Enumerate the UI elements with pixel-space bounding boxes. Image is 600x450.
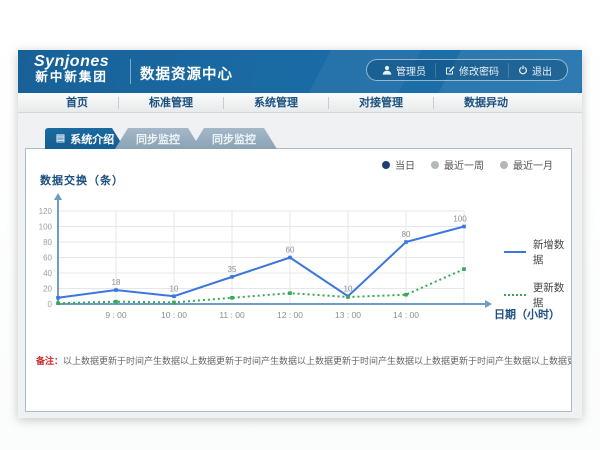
header-bar: Synjones 新中新集团 数据资源中心 管理员 修改密码	[18, 50, 582, 93]
solid-line-icon	[504, 251, 526, 253]
svg-text:10: 10	[344, 284, 353, 293]
svg-text:80: 80	[43, 238, 52, 247]
svg-text:10 : 00: 10 : 00	[161, 310, 187, 320]
nav-item-home[interactable]: 首页	[36, 97, 119, 109]
radio-label: 最近一周	[444, 157, 484, 172]
radio-label: 当日	[395, 157, 415, 172]
footnote-label: 备注：	[36, 356, 63, 366]
dotted-line-icon	[504, 294, 526, 296]
page-background: Synjones 新中新集团 数据资源中心 管理员 修改密码	[0, 0, 600, 450]
main-nav: 首页 标准管理 系统管理 对接管理 数据异动	[18, 93, 582, 113]
logo-subtext: 新中新集团	[34, 71, 109, 84]
tab-sync-monitor-1[interactable]: 同步监控	[115, 128, 201, 149]
radio-dot-icon	[500, 161, 508, 169]
radio-last-week[interactable]: 最近一周	[431, 157, 484, 172]
svg-text:0: 0	[48, 300, 53, 309]
nav-item-data-change[interactable]: 数据异动	[434, 97, 538, 109]
svg-text:100: 100	[39, 223, 53, 232]
radio-dot-icon	[382, 161, 390, 169]
tab-label: 系统介绍	[70, 131, 114, 147]
radio-today[interactable]: 当日	[382, 157, 415, 172]
svg-text:20: 20	[43, 285, 52, 294]
legend-item-new-data: 新增数据	[504, 237, 571, 267]
tab-label: 同步监控	[212, 131, 256, 147]
change-password-label: 修改密码	[459, 63, 499, 78]
page-title: 数据资源中心	[140, 63, 233, 84]
power-icon	[518, 65, 528, 75]
data-exchange-chart: 0 20 40 60 80 100 120 18 10 35 60 10 80 100 9 : 00 10 :…	[34, 187, 569, 337]
document-icon: ▤	[56, 133, 65, 144]
svg-text:120: 120	[39, 207, 53, 216]
radio-label: 最近一月	[513, 157, 553, 172]
svg-text:18: 18	[112, 278, 121, 287]
admin-label: 管理员	[396, 63, 426, 78]
nav-item-standard-mgmt[interactable]: 标准管理	[119, 97, 224, 109]
nav-item-system-mgmt[interactable]: 系统管理	[224, 97, 329, 109]
exchange-chart-svg: 0 20 40 60 80 100 120 18 10 35 60 10 80 100 9 : 00 10 :…	[34, 187, 569, 337]
svg-text:40: 40	[43, 269, 52, 278]
content-panel: 当日 最近一周 最近一月 数据交换（条） 0 20 40 60 80 100 120 18 10…	[25, 148, 572, 412]
footnote: 备注：以上数据更新于时间产生数据以上数据更新于时间产生数据以上数据更新于时间产生…	[26, 354, 571, 367]
svg-text:12 : 00: 12 : 00	[277, 310, 303, 320]
chart-x-axis-labels: 9 : 00 10 : 00 11 : 00 12 : 00 13 : 00 14 : 0…	[105, 310, 419, 320]
logout-button[interactable]: 退出	[508, 63, 561, 78]
admin-button[interactable]: 管理员	[373, 63, 435, 78]
header-separator	[130, 59, 131, 84]
svg-text:80: 80	[402, 230, 411, 239]
app-window: Synjones 新中新集团 数据资源中心 管理员 修改密码	[18, 50, 582, 418]
svg-text:11 : 00: 11 : 00	[219, 310, 245, 320]
radio-dot-icon	[431, 161, 439, 169]
legend-label: 新增数据	[533, 237, 571, 267]
tab-sync-monitor-2[interactable]: 同步监控	[191, 128, 277, 149]
chart-grid: 0 20 40 60 80 100 120	[39, 207, 464, 309]
edit-icon	[445, 65, 455, 75]
radio-last-month[interactable]: 最近一月	[500, 157, 553, 172]
svg-text:10: 10	[170, 284, 179, 293]
logo-text: Synjones	[34, 54, 109, 71]
change-password-button[interactable]: 修改密码	[435, 63, 508, 78]
svg-text:13 : 00: 13 : 00	[335, 310, 361, 320]
svg-text:35: 35	[228, 265, 237, 274]
svg-text:60: 60	[43, 254, 52, 263]
tab-bar: ▤ 系统介绍 同步监控 同步监控	[45, 128, 277, 149]
svg-text:100: 100	[453, 215, 467, 224]
chart-legend: 新增数据 更新数据	[504, 237, 571, 310]
svg-text:60: 60	[286, 246, 295, 255]
user-icon	[382, 65, 392, 75]
y-axis-title: 数据交换（条）	[40, 172, 124, 188]
footnote-text: 以上数据更新于时间产生数据以上数据更新于时间产生数据以上数据更新于时间产生数据以…	[63, 356, 571, 366]
nav-item-interface-mgmt[interactable]: 对接管理	[329, 97, 434, 109]
tab-label: 同步监控	[136, 131, 180, 147]
user-menu: 管理员 修改密码 退出	[366, 59, 568, 81]
logout-label: 退出	[532, 63, 552, 78]
svg-text:9 : 00: 9 : 00	[105, 310, 127, 320]
time-range-filter: 当日 最近一周 最近一月	[382, 157, 553, 172]
legend-item-updated-data: 更新数据	[504, 280, 571, 310]
tab-system-intro[interactable]: ▤ 系统介绍	[45, 128, 125, 149]
company-logo: Synjones 新中新集团	[34, 54, 109, 84]
legend-label: 更新数据	[533, 280, 571, 310]
svg-text:14 : 00: 14 : 00	[393, 310, 419, 320]
